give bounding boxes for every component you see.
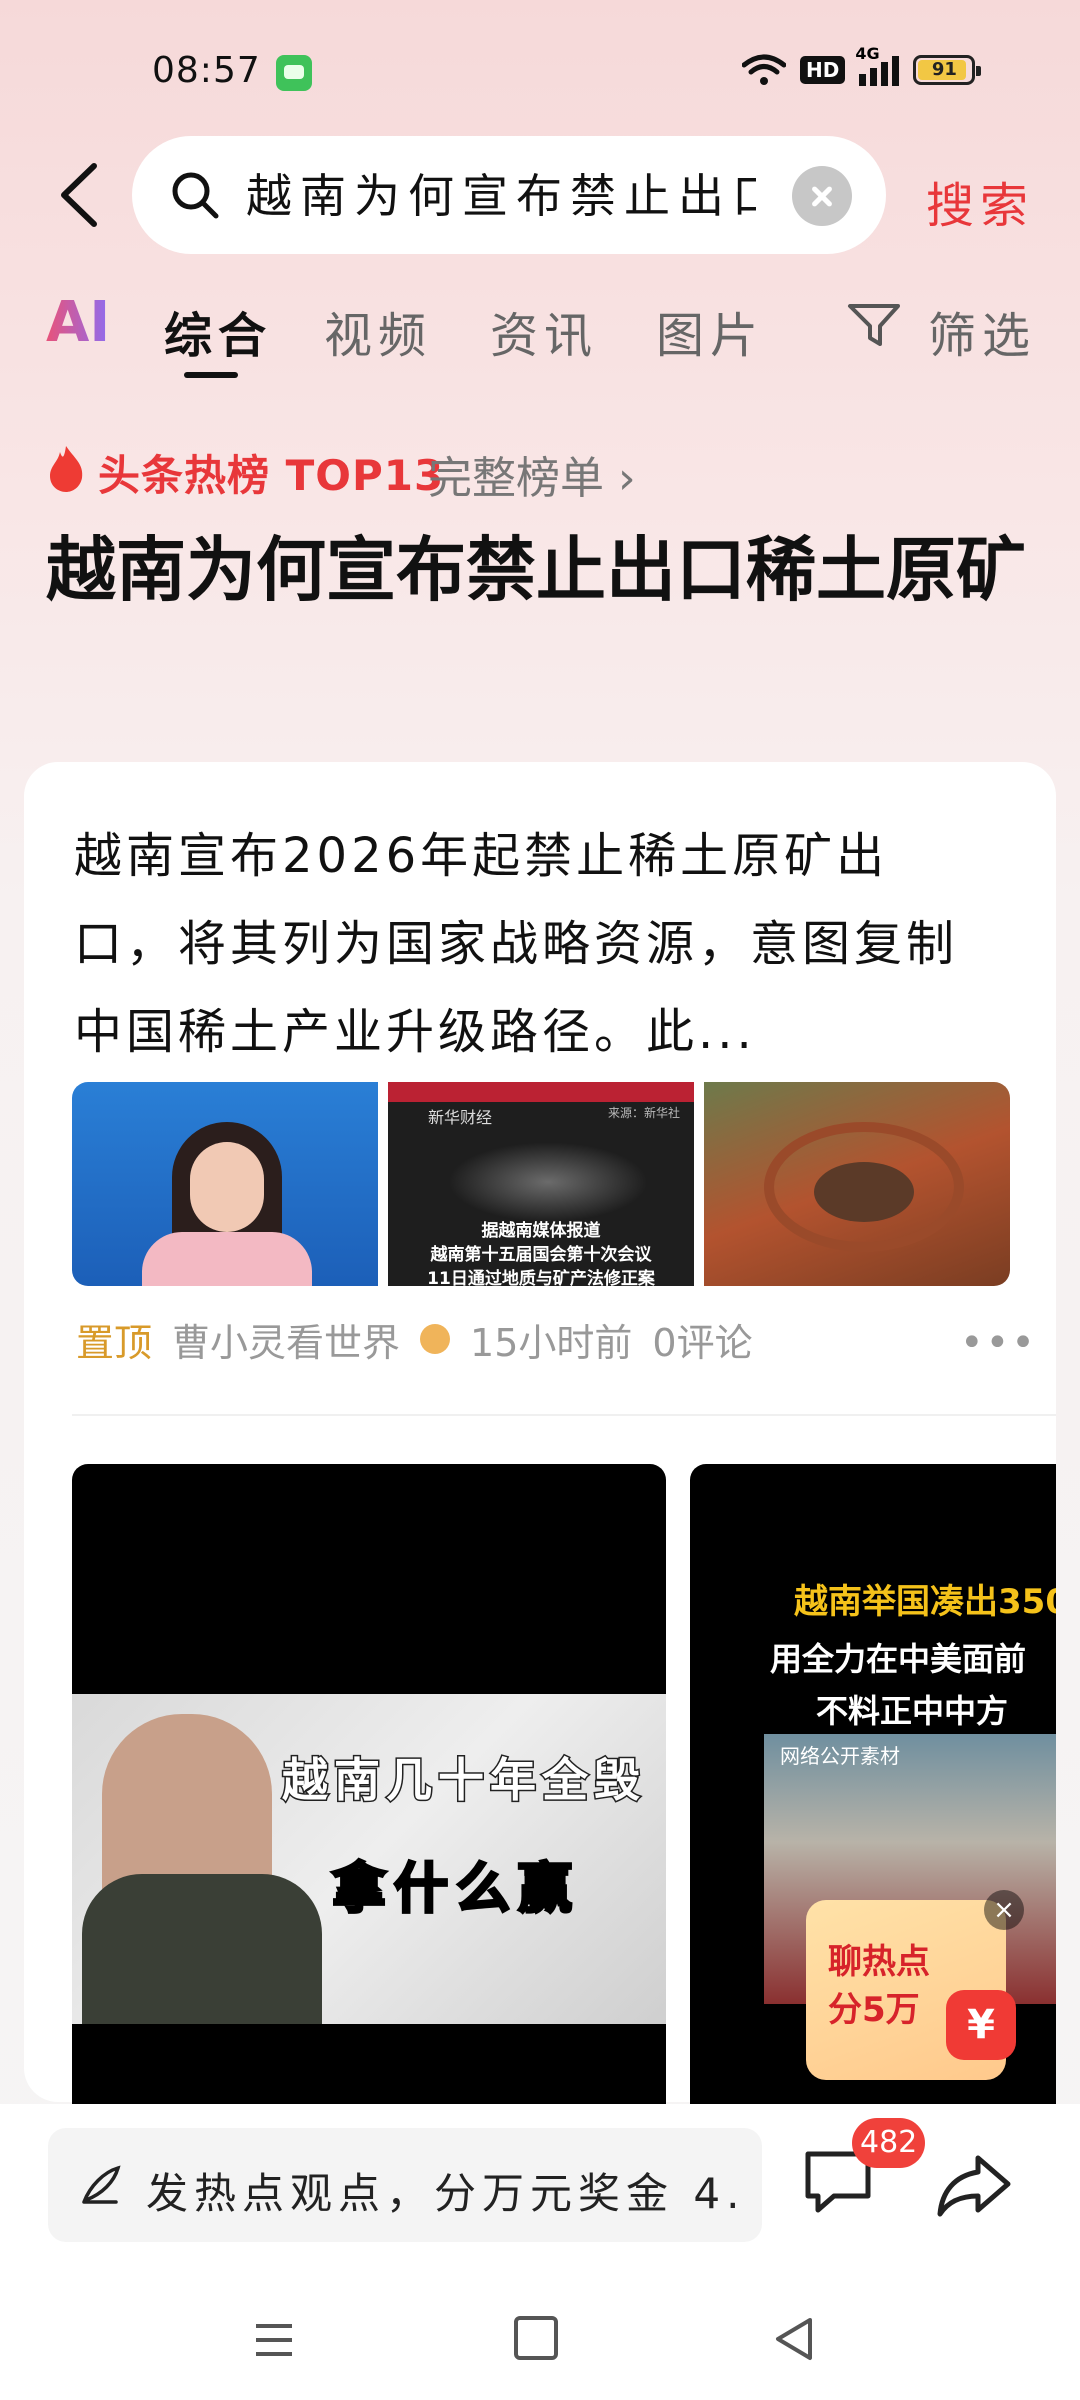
tab-news[interactable]: 资讯 [490, 296, 598, 366]
status-bar: 08:57 HD 4G 91 [0, 0, 1080, 140]
home-icon[interactable] [514, 2316, 558, 2360]
reward-card[interactable]: 聊热点 分5万 ¥ [806, 1900, 1016, 2080]
page-title: 越南为何宣布禁止出口稀土原矿 [46, 529, 1026, 611]
video-card[interactable]: 越南几十年全毁 拿什么赢 [72, 1464, 666, 2104]
time-ago: 15小时前 [470, 1320, 633, 1365]
message-notification-icon [276, 55, 312, 91]
video-caption-1: 越南几十年全毁 [281, 1752, 646, 1809]
tab-ai[interactable]: AI [46, 290, 110, 355]
article-thumbnail-anchor[interactable] [72, 1082, 378, 1286]
wifi-icon [742, 54, 786, 85]
back-triangle-icon[interactable] [772, 2314, 816, 2364]
tab-video[interactable]: 视频 [324, 296, 432, 366]
video-caption-3: 不料正中中方 [816, 1692, 1009, 1730]
thumb-brand: 新华财经 [428, 1108, 493, 1127]
full-list-link[interactable]: 完整榜单 › [428, 442, 636, 506]
thumb-caption-2: 越南第十五届国会第十次会议 [430, 1245, 652, 1265]
author-name[interactable]: 曹小灵看世界 [172, 1312, 400, 1367]
reward-widget[interactable]: 聊热点 分5万 ¥ × [806, 1890, 1028, 2080]
status-time: 08:57 [152, 50, 261, 91]
search-button[interactable]: 搜索 [926, 166, 1034, 236]
pinned-badge: 置顶 [76, 1320, 153, 1365]
signal-icon: 4G [855, 44, 900, 86]
reward-text: 聊热点 分5万 [828, 1942, 930, 2030]
coin-icon: ¥ [946, 1990, 1016, 2060]
article-meta: 置顶 曹小灵看世界 15小时前 0评论 [76, 1312, 753, 1366]
menu-icon[interactable] [252, 2318, 296, 2362]
share-icon[interactable] [934, 2150, 1014, 2220]
article-thumbnail-mine[interactable] [704, 1082, 1010, 1286]
article-thumbnail-news[interactable]: 新华财经 来源：新华社 据越南媒体报道 越南第十五届国会第十次会议 11日通过地… [388, 1082, 694, 1286]
filter-icon[interactable] [846, 300, 902, 350]
divider [72, 1414, 1056, 1416]
clear-search-button[interactable] [792, 166, 852, 226]
comment-count-text[interactable]: 0评论 [652, 1312, 752, 1367]
network-type: 4G [855, 44, 880, 63]
article-snippet[interactable]: 越南宣布2026年起禁止稀土原矿出口，将其列为国家战略资源，意图复制中国稀土产业… [74, 812, 984, 1076]
active-tab-indicator [184, 372, 238, 378]
more-options-icon[interactable]: ••• [960, 1320, 1037, 1366]
thumb-source: 来源：新华社 [608, 1106, 681, 1120]
tab-images[interactable]: 图片 [656, 296, 764, 366]
thumb-caption-3: 11日通过地质与矿产法修正案 [427, 1269, 655, 1286]
filter-button[interactable]: 筛选 [928, 296, 1036, 366]
battery-icon: 91 [913, 55, 982, 85]
comment-count-badge: 482 [852, 2118, 926, 2168]
video-caption-2: 拿什么赢 [331, 1856, 580, 1922]
status-indicators: HD 4G 91 [742, 44, 982, 90]
flame-icon [50, 446, 83, 492]
thumb-caption-1: 据越南媒体报道 [481, 1221, 601, 1241]
battery-level: 91 [931, 59, 957, 80]
pen-icon [82, 2165, 121, 2204]
comment-placeholder[interactable]: 发热点观点，分万元奖金 4. [146, 2160, 736, 2221]
search-input[interactable]: 越南为何宣布禁止出口 [246, 166, 756, 226]
video-caption-1: 越南举国凑出350 [794, 1582, 1056, 1622]
back-arrow-icon[interactable] [50, 160, 110, 230]
tab-all[interactable]: 综合 [164, 296, 272, 366]
video-source: 网络公开素材 [780, 1744, 900, 1768]
hot-list-label[interactable]: 头条热榜 TOP13 [98, 442, 444, 503]
verified-icon [420, 1324, 451, 1354]
hd-badge: HD [800, 56, 846, 84]
search-icon [172, 172, 219, 219]
video-caption-2: 用全力在中美面前 [770, 1640, 1027, 1678]
close-icon[interactable]: × [984, 1890, 1024, 1930]
